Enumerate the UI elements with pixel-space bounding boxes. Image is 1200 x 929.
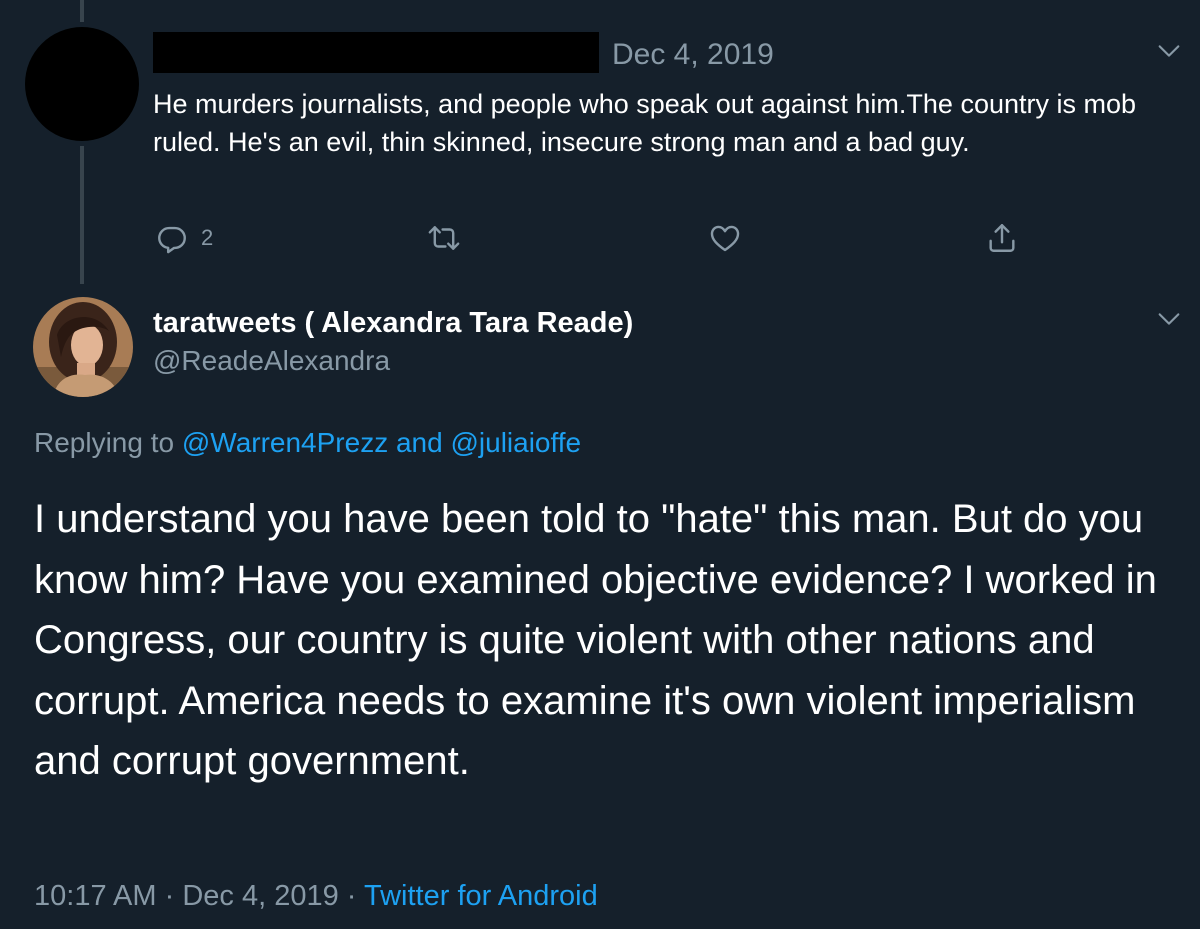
- retweet-button[interactable]: [427, 218, 461, 258]
- replying-label: Replying to: [34, 427, 175, 458]
- chevron-down-icon[interactable]: [1155, 305, 1183, 333]
- avatar[interactable]: [25, 27, 139, 141]
- reply-icon: [155, 221, 189, 255]
- mention-link[interactable]: @juliaioffe: [450, 427, 581, 458]
- heart-icon: [708, 221, 742, 255]
- thread-line: [80, 0, 84, 22]
- display-name[interactable]: taratweets ( Alexandra Tara Reade): [153, 307, 633, 340]
- retweet-icon: [427, 221, 461, 255]
- share-button[interactable]: [985, 218, 1019, 258]
- meta-separator: ·: [346, 880, 357, 912]
- chevron-down-icon[interactable]: [1155, 37, 1183, 65]
- replying-to: Replying to @Warren4Prezz and @juliaioff…: [34, 427, 581, 459]
- tweet-date[interactable]: Dec 4, 2019: [182, 880, 338, 912]
- meta-separator: ·: [164, 880, 175, 912]
- tweet-actions: 2: [0, 218, 1200, 258]
- user-handle[interactable]: @ReadeAlexandra: [153, 345, 390, 377]
- avatar[interactable]: [33, 297, 133, 397]
- tweet-date[interactable]: Dec 4, 2019: [612, 38, 774, 72]
- tweet-meta: 10:17 AM · Dec 4, 2019 · Twitter for And…: [34, 880, 598, 913]
- tweet-text: He murders journalists, and people who s…: [153, 89, 1137, 157]
- like-button[interactable]: [708, 218, 742, 258]
- tweet-time[interactable]: 10:17 AM: [34, 880, 157, 912]
- mention-joiner[interactable]: and: [396, 427, 443, 458]
- reply-button[interactable]: 2: [155, 218, 213, 258]
- share-icon: [985, 221, 1019, 255]
- thread-line: [80, 146, 84, 284]
- redacted-name: [153, 32, 599, 73]
- tweet-text: I understand you have been told to "hate…: [34, 497, 1157, 783]
- mention-link[interactable]: @Warren4Prezz: [182, 427, 388, 458]
- reply-count: 2: [201, 225, 214, 250]
- tweet-source-link[interactable]: Twitter for Android: [364, 880, 598, 912]
